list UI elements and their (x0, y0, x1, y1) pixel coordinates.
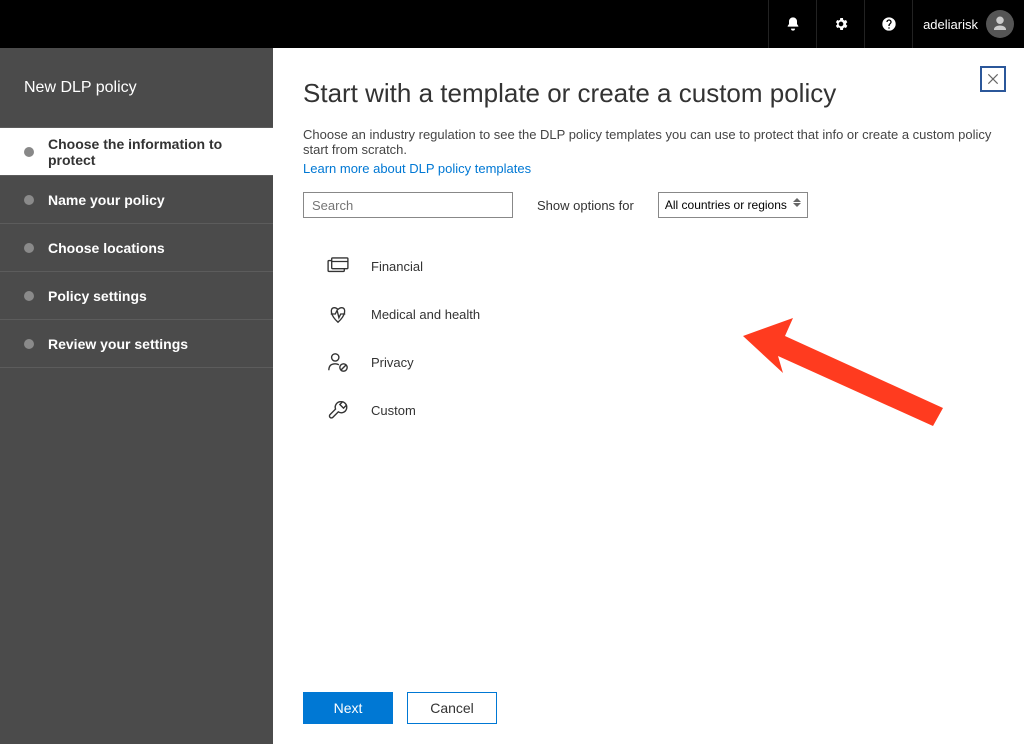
step-label: Review your settings (48, 336, 188, 352)
search-input[interactable] (303, 192, 513, 218)
step-dot-icon (24, 339, 34, 349)
region-selected: All countries or regions (665, 198, 787, 212)
step-review[interactable]: Review your settings (0, 320, 273, 368)
category-label: Medical and health (371, 307, 480, 322)
step-choose-locations[interactable]: Choose locations (0, 224, 273, 272)
close-icon (986, 72, 1000, 86)
category-custom[interactable]: Custom (327, 386, 994, 434)
person-blocked-icon (327, 351, 349, 373)
category-label: Financial (371, 259, 423, 274)
gear-icon (833, 16, 849, 32)
step-label: Policy settings (48, 288, 147, 304)
step-policy-settings[interactable]: Policy settings (0, 272, 273, 320)
question-icon (881, 16, 897, 32)
step-label: Choose the information to protect (48, 136, 273, 168)
region-select[interactable]: All countries or regions (658, 192, 808, 218)
step-dot-icon (24, 243, 34, 253)
step-choose-info[interactable]: Choose the information to protect (0, 128, 273, 176)
step-label: Name your policy (48, 192, 165, 208)
avatar (986, 10, 1014, 38)
category-label: Privacy (371, 355, 414, 370)
cancel-button[interactable]: Cancel (407, 692, 497, 724)
sidebar: New DLP policy Choose the information to… (0, 48, 273, 744)
sidebar-title: New DLP policy (0, 48, 273, 128)
settings-button[interactable] (816, 0, 864, 48)
financial-icon (327, 257, 349, 275)
step-dot-icon (24, 291, 34, 301)
controls-row: Show options for All countries or region… (303, 192, 994, 218)
page-description: Choose an industry regulation to see the… (303, 127, 994, 157)
step-dot-icon (24, 147, 34, 157)
user-menu[interactable]: adeliarisk (912, 0, 1024, 48)
main-panel: Start with a template or create a custom… (273, 48, 1024, 744)
username: adeliarisk (923, 17, 978, 32)
help-button[interactable] (864, 0, 912, 48)
category-financial[interactable]: Financial (327, 242, 994, 290)
category-label: Custom (371, 403, 416, 418)
category-list: Financial Medical and health Privacy Cus… (327, 242, 994, 434)
learn-more-link[interactable]: Learn more about DLP policy templates (303, 161, 994, 176)
options-label: Show options for (537, 198, 634, 213)
step-label: Choose locations (48, 240, 165, 256)
person-icon (991, 15, 1009, 33)
category-privacy[interactable]: Privacy (327, 338, 994, 386)
close-button[interactable] (980, 66, 1006, 92)
bell-icon (785, 16, 801, 32)
wrench-icon (327, 399, 349, 421)
next-button[interactable]: Next (303, 692, 393, 724)
footer-buttons: Next Cancel (303, 692, 497, 724)
topbar: adeliarisk (0, 0, 1024, 48)
step-name-policy[interactable]: Name your policy (0, 176, 273, 224)
page-title: Start with a template or create a custom… (303, 78, 994, 109)
category-medical[interactable]: Medical and health (327, 290, 994, 338)
notifications-button[interactable] (768, 0, 816, 48)
heart-pulse-icon (327, 304, 349, 324)
step-dot-icon (24, 195, 34, 205)
